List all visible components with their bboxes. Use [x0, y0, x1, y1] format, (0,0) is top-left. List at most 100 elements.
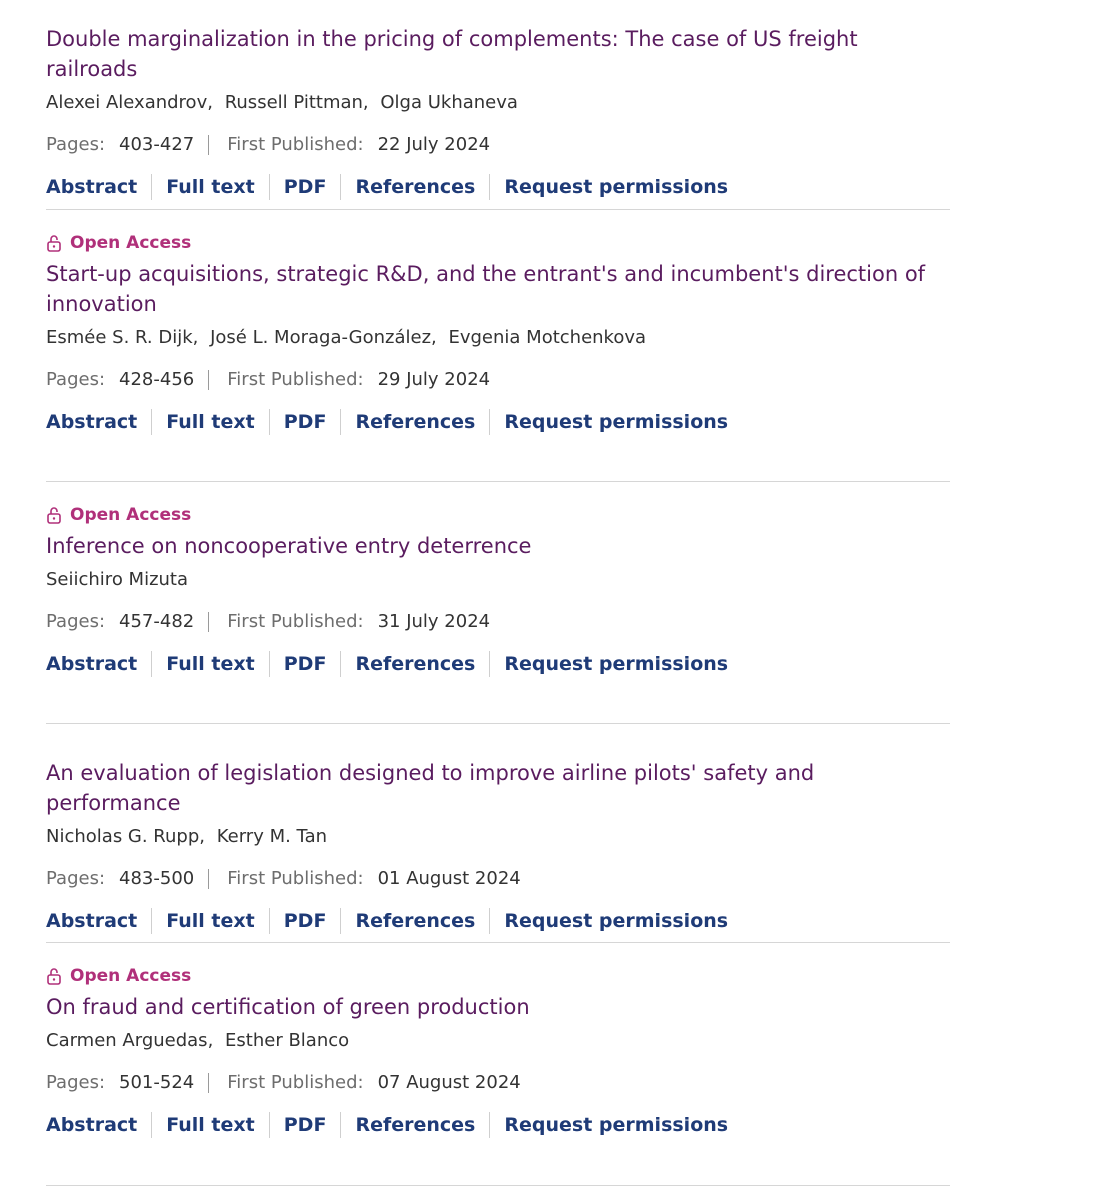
first-published-label: First Published: [227, 1072, 364, 1093]
author-link[interactable]: Russell Pittman [225, 92, 363, 113]
article-meta: Pages: 457-482 First Published: 31 July … [46, 609, 950, 635]
author-link[interactable]: Nicholas G. Rupp [46, 826, 199, 847]
link-divider [340, 651, 342, 677]
open-access-badge: Open Access [46, 503, 950, 527]
request-permissions-link[interactable]: Request permissions [504, 651, 728, 677]
link-divider [489, 409, 491, 435]
request-permissions-link[interactable]: Request permissions [504, 174, 728, 200]
references-link[interactable]: References [355, 908, 475, 934]
article-title-link[interactable]: Inference on noncooperative entry deterr… [46, 531, 950, 561]
published-date: 07 August 2024 [377, 1072, 521, 1093]
abstract-link[interactable]: Abstract [46, 409, 137, 435]
pages-value: 457-482 [119, 611, 195, 632]
references-link[interactable]: References [355, 174, 475, 200]
open-lock-icon [47, 968, 61, 985]
pages-label: Pages: [46, 369, 106, 390]
author-link[interactable]: Kerry M. Tan [217, 826, 327, 847]
meta-divider [208, 1073, 210, 1093]
full-text-link[interactable]: Full text [166, 409, 255, 435]
first-published-label: First Published: [227, 134, 364, 155]
article-meta: Pages: 428-456 First Published: 29 July … [46, 367, 950, 393]
author-link[interactable]: Evgenia Motchenkova [448, 327, 646, 348]
link-divider [489, 651, 491, 677]
request-permissions-link[interactable]: Request permissions [504, 908, 728, 934]
meta-divider [208, 135, 210, 155]
pdf-link[interactable]: PDF [284, 174, 327, 200]
abstract-link[interactable]: Abstract [46, 174, 137, 200]
article-authors: Alexei Alexandrov, Russell Pittman, Olga… [46, 92, 518, 113]
full-text-link[interactable]: Full text [166, 174, 255, 200]
pdf-link[interactable]: PDF [284, 908, 327, 934]
link-divider [151, 1112, 153, 1138]
link-divider [268, 651, 270, 677]
article-item: An evaluation of legislation designed to… [46, 758, 950, 934]
pages-label: Pages: [46, 134, 106, 155]
first-published-label: First Published: [227, 868, 364, 889]
article-separator [46, 481, 950, 482]
article-actions: Abstract Full text PDF References Reques… [46, 174, 950, 200]
article-title-link[interactable]: Start-up acquisitions, strategic R&D, an… [46, 259, 950, 319]
link-divider [151, 651, 153, 677]
article-item: Open Access Inference on noncooperative … [46, 503, 950, 677]
published-date: 22 July 2024 [377, 134, 491, 155]
author-link[interactable]: Alexei Alexandrov [46, 92, 207, 113]
pdf-link[interactable]: PDF [284, 651, 327, 677]
article-authors: Esmée S. R. Dijk, José L. Moraga-Gonzále… [46, 327, 647, 348]
link-divider [340, 174, 342, 200]
article-authors: Carmen Arguedas, Esther Blanco [46, 1030, 350, 1051]
abstract-link[interactable]: Abstract [46, 908, 137, 934]
pdf-link[interactable]: PDF [284, 1112, 327, 1138]
link-divider [268, 1112, 270, 1138]
pages-value: 483-500 [119, 868, 195, 889]
article-title-link[interactable]: On fraud and certification of green prod… [46, 992, 950, 1022]
open-access-badge: Open Access [46, 231, 950, 255]
author-link[interactable]: Olga Ukhaneva [380, 92, 518, 113]
article-actions: Abstract Full text PDF References Reques… [46, 651, 950, 677]
article-actions: Abstract Full text PDF References Reques… [46, 409, 950, 435]
request-permissions-link[interactable]: Request permissions [504, 1112, 728, 1138]
full-text-link[interactable]: Full text [166, 651, 255, 677]
full-text-link[interactable]: Full text [166, 908, 255, 934]
author-link[interactable]: José L. Moraga-González [210, 327, 431, 348]
article-item: Open Access On fraud and certification o… [46, 964, 950, 1138]
full-text-link[interactable]: Full text [166, 1112, 255, 1138]
published-date: 31 July 2024 [377, 611, 491, 632]
abstract-link[interactable]: Abstract [46, 651, 137, 677]
meta-divider [208, 370, 210, 390]
author-link[interactable]: Seiichiro Mizuta [46, 569, 188, 590]
author-link[interactable]: Carmen Arguedas [46, 1030, 208, 1051]
article-actions: Abstract Full text PDF References Reques… [46, 1112, 950, 1138]
article-meta: Pages: 501-524 First Published: 07 Augus… [46, 1070, 950, 1096]
abstract-link[interactable]: Abstract [46, 1112, 137, 1138]
link-divider [268, 409, 270, 435]
pages-value: 428-456 [119, 369, 195, 390]
article-authors: Nicholas G. Rupp, Kerry M. Tan [46, 826, 328, 847]
link-divider [268, 908, 270, 934]
author-link[interactable]: Esmée S. R. Dijk [46, 327, 193, 348]
open-lock-icon [47, 507, 61, 524]
published-date: 29 July 2024 [377, 369, 491, 390]
article-title-link[interactable]: An evaluation of legislation designed to… [46, 758, 950, 818]
references-link[interactable]: References [355, 651, 475, 677]
article-item: Double marginalization in the pricing of… [46, 24, 950, 200]
article-separator [46, 209, 950, 210]
article-separator [46, 1185, 950, 1186]
pages-label: Pages: [46, 1072, 106, 1093]
first-published-label: First Published: [227, 369, 364, 390]
link-divider [151, 174, 153, 200]
open-access-label: Open Access [70, 505, 192, 525]
article-title-link[interactable]: Double marginalization in the pricing of… [46, 24, 950, 84]
author-link[interactable]: Esther Blanco [225, 1030, 349, 1051]
pdf-link[interactable]: PDF [284, 409, 327, 435]
references-link[interactable]: References [355, 1112, 475, 1138]
pages-value: 501-524 [119, 1072, 195, 1093]
pages-label: Pages: [46, 611, 106, 632]
article-actions: Abstract Full text PDF References Reques… [46, 908, 950, 934]
link-divider [489, 1112, 491, 1138]
meta-divider [208, 869, 210, 889]
request-permissions-link[interactable]: Request permissions [504, 409, 728, 435]
link-divider [151, 908, 153, 934]
references-link[interactable]: References [355, 409, 475, 435]
link-divider [340, 409, 342, 435]
article-item: Open Access Start-up acquisitions, strat… [46, 231, 950, 435]
